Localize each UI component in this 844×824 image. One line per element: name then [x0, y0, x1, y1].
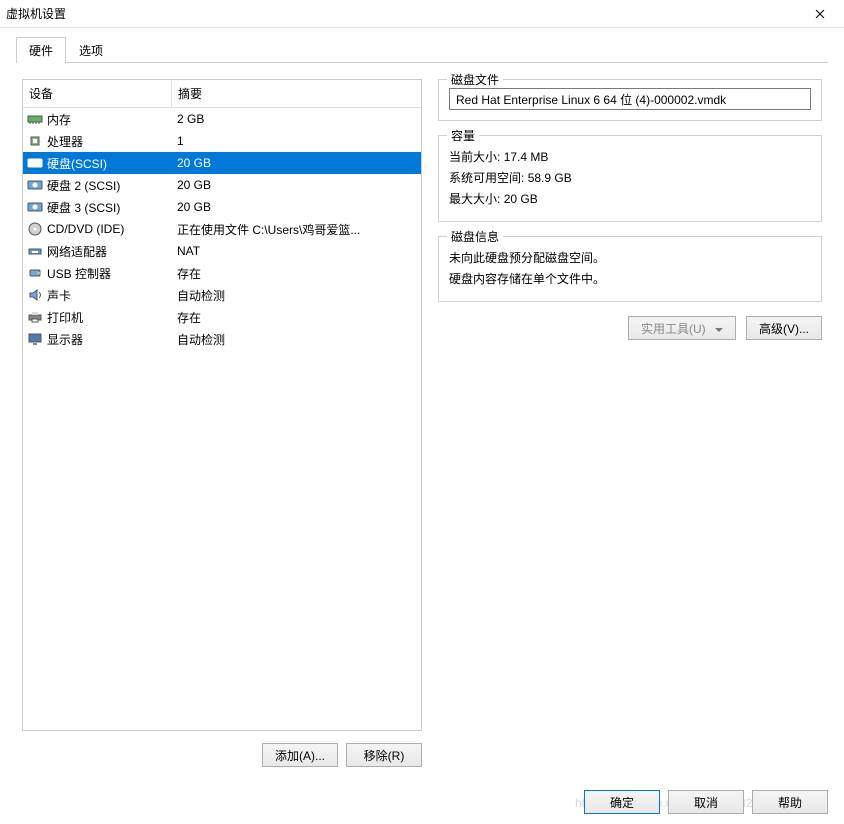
help-button[interactable]: 帮助 [752, 790, 828, 814]
printer-icon [25, 309, 45, 325]
tab-options[interactable]: 选项 [66, 37, 116, 63]
capacity-current-label: 当前大小: [449, 150, 500, 164]
disk-file-input[interactable] [449, 88, 811, 110]
utilities-label: 实用工具(U) [641, 322, 706, 336]
disk-info-line1: 未向此硬盘预分配磁盘空间。 [449, 249, 811, 266]
device-name: 网络适配器 [47, 243, 173, 260]
disk-icon [25, 199, 45, 215]
disk-info-group: 磁盘信息 未向此硬盘预分配磁盘空间。 硬盘内容存储在单个文件中。 [438, 236, 822, 302]
cpu-icon [25, 133, 45, 149]
content-area: 硬件 选项 设备 摘要 内存2 GB处理器1硬盘(SCSI)20 GB硬盘 2 … [0, 28, 844, 775]
device-summary: 2 GB [173, 112, 419, 126]
device-name: 硬盘 2 (SCSI) [47, 177, 173, 194]
panel-area: 设备 摘要 内存2 GB处理器1硬盘(SCSI)20 GB硬盘 2 (SCSI)… [16, 63, 828, 767]
hardware-list-body[interactable]: 内存2 GB处理器1硬盘(SCSI)20 GB硬盘 2 (SCSI)20 GB硬… [23, 108, 421, 730]
hardware-row[interactable]: 硬盘 3 (SCSI)20 GB [23, 196, 421, 218]
window-title: 虚拟机设置 [6, 5, 66, 22]
cancel-button[interactable]: 取消 [668, 790, 744, 814]
header-summary[interactable]: 摘要 [171, 80, 421, 107]
device-summary: NAT [173, 244, 419, 258]
chevron-down-icon [715, 328, 723, 332]
footer-buttons: 确定 取消 帮助 [584, 790, 828, 814]
advanced-button[interactable]: 高级(V)... [746, 316, 822, 340]
display-icon [25, 331, 45, 347]
device-summary: 20 GB [173, 178, 419, 192]
memory-icon [25, 111, 45, 127]
device-name: 硬盘(SCSI) [47, 155, 173, 172]
hardware-row[interactable]: CD/DVD (IDE)正在使用文件 C:\Users\鸡哥爱篮... [23, 218, 421, 240]
capacity-free-label: 系统可用空间: [449, 171, 524, 185]
capacity-legend: 容量 [447, 127, 479, 144]
utilities-button[interactable]: 实用工具(U) [628, 316, 736, 340]
hardware-row[interactable]: 声卡自动检测 [23, 284, 421, 306]
disk-icon [25, 177, 45, 193]
hardware-row[interactable]: 内存2 GB [23, 108, 421, 130]
capacity-current: 当前大小: 17.4 MB [449, 148, 811, 165]
close-icon [815, 9, 825, 19]
device-name: 硬盘 3 (SCSI) [47, 199, 173, 216]
device-summary: 1 [173, 134, 419, 148]
disk-info-legend: 磁盘信息 [447, 228, 503, 245]
cd-icon [25, 221, 45, 237]
add-button[interactable]: 添加(A)... [262, 743, 338, 767]
hardware-row[interactable]: 显示器自动检测 [23, 328, 421, 350]
close-button[interactable] [804, 3, 836, 25]
tab-hardware[interactable]: 硬件 [16, 37, 66, 63]
device-summary: 存在 [173, 309, 419, 326]
sound-icon [25, 287, 45, 303]
hardware-row[interactable]: USB 控制器存在 [23, 262, 421, 284]
device-name: 显示器 [47, 331, 173, 348]
disk-icon [25, 155, 45, 171]
hardware-row[interactable]: 硬盘 2 (SCSI)20 GB [23, 174, 421, 196]
ok-button[interactable]: 确定 [584, 790, 660, 814]
hardware-list-header: 设备 摘要 [23, 80, 421, 108]
hardware-row[interactable]: 打印机存在 [23, 306, 421, 328]
device-name: 内存 [47, 111, 173, 128]
tab-bar: 硬件 选项 [16, 36, 828, 63]
capacity-max-label: 最大大小: [449, 192, 500, 206]
device-summary: 20 GB [173, 200, 419, 214]
disk-file-legend: 磁盘文件 [447, 71, 503, 88]
titlebar: 虚拟机设置 [0, 0, 844, 28]
hardware-row[interactable]: 网络适配器NAT [23, 240, 421, 262]
capacity-group: 容量 当前大小: 17.4 MB 系统可用空间: 58.9 GB 最大大小: 2… [438, 135, 822, 222]
remove-button[interactable]: 移除(R) [346, 743, 422, 767]
capacity-free-value: 58.9 GB [528, 171, 572, 185]
hardware-column: 设备 摘要 内存2 GB处理器1硬盘(SCSI)20 GB硬盘 2 (SCSI)… [22, 79, 422, 767]
device-summary: 自动检测 [173, 331, 419, 348]
device-summary: 存在 [173, 265, 419, 282]
device-summary: 自动检测 [173, 287, 419, 304]
device-summary: 20 GB [173, 156, 419, 170]
disk-info-line2: 硬盘内容存储在单个文件中。 [449, 270, 811, 287]
hardware-row[interactable]: 处理器1 [23, 130, 421, 152]
hardware-row[interactable]: 硬盘(SCSI)20 GB [23, 152, 421, 174]
capacity-free: 系统可用空间: 58.9 GB [449, 169, 811, 186]
disk-file-group: 磁盘文件 [438, 79, 822, 121]
hardware-buttons: 添加(A)... 移除(R) [22, 743, 422, 767]
device-name: CD/DVD (IDE) [47, 222, 173, 236]
capacity-max: 最大大小: 20 GB [449, 190, 811, 207]
device-name: 处理器 [47, 133, 173, 150]
hardware-list: 设备 摘要 内存2 GB处理器1硬盘(SCSI)20 GB硬盘 2 (SCSI)… [22, 79, 422, 731]
device-name: 声卡 [47, 287, 173, 304]
detail-buttons: 实用工具(U) 高级(V)... [438, 316, 822, 340]
network-icon [25, 243, 45, 259]
capacity-max-value: 20 GB [504, 192, 538, 206]
detail-column: 磁盘文件 容量 当前大小: 17.4 MB 系统可用空间: 58.9 GB 最大… [438, 79, 822, 767]
usb-icon [25, 265, 45, 281]
capacity-current-value: 17.4 MB [504, 150, 549, 164]
device-summary: 正在使用文件 C:\Users\鸡哥爱篮... [173, 221, 419, 238]
device-name: 打印机 [47, 309, 173, 326]
device-name: USB 控制器 [47, 265, 173, 282]
header-device[interactable]: 设备 [23, 80, 171, 107]
